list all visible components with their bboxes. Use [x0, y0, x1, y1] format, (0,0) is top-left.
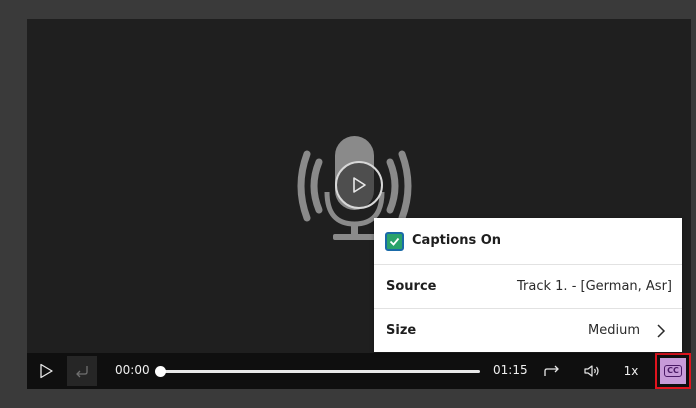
seek-thumb[interactable]	[155, 366, 166, 377]
playback-speed-button[interactable]: 1x	[617, 359, 645, 383]
captions-checkbox[interactable]	[385, 232, 404, 251]
forward-button[interactable]	[539, 359, 565, 383]
current-time: 00:00	[115, 363, 150, 377]
return-arrow-icon	[76, 366, 88, 378]
checkmark-icon	[389, 237, 400, 246]
playback-speed-label: 1x	[623, 364, 639, 378]
captions-toggle-label: Captions On	[412, 232, 502, 248]
seek-bar[interactable]	[155, 366, 480, 377]
forward-arrow-icon	[544, 365, 559, 376]
captions-toggle-row[interactable]: Captions On	[374, 218, 682, 262]
control-bar: 00:00 01:15 1x CC	[27, 353, 691, 389]
speaker-icon	[584, 365, 599, 377]
play-button[interactable]	[33, 359, 59, 383]
source-value: Track 1. - [German, Asr]	[517, 279, 672, 294]
volume-button[interactable]	[579, 359, 605, 383]
duration: 01:15	[493, 363, 528, 377]
source-row[interactable]: Source Track 1. - [German, Asr]	[374, 264, 682, 308]
captions-menu: Captions On Source Track 1. - [German, A…	[374, 218, 682, 352]
play-icon	[353, 177, 366, 193]
play-icon	[40, 363, 53, 379]
size-value: Medium	[588, 323, 640, 338]
source-label: Source	[386, 279, 437, 294]
captions-button-highlight: CC	[655, 353, 691, 389]
play-overlay-button[interactable]	[335, 161, 383, 209]
size-label: Size	[386, 323, 417, 338]
size-row[interactable]: Size Medium	[374, 308, 682, 352]
chevron-right-icon	[657, 324, 666, 338]
captions-button[interactable]: CC	[660, 358, 686, 384]
captions-icon: CC	[664, 365, 682, 377]
replay-button[interactable]	[67, 356, 97, 386]
